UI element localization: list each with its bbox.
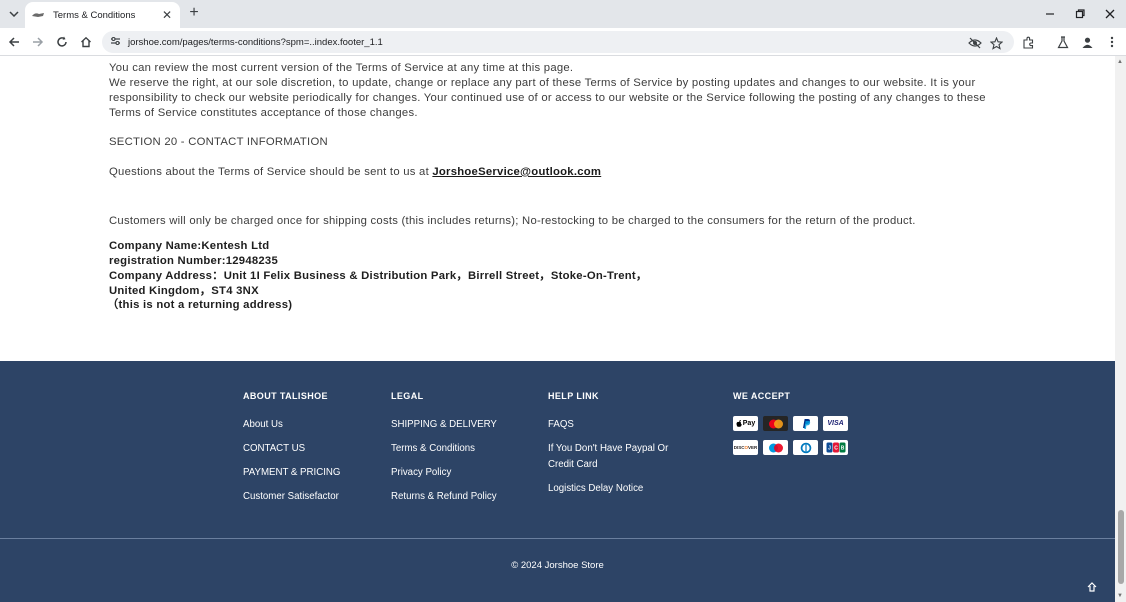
footer-link-no-paypal-cont[interactable]: Credit Card	[548, 457, 598, 473]
svg-text:B: B	[840, 446, 844, 452]
footer-link-terms[interactable]: Terms & Conditions	[391, 441, 475, 457]
forward-icon[interactable]	[29, 33, 47, 51]
site-info-icon[interactable]	[110, 36, 126, 49]
contact-text: Questions about the Terms of Service sho…	[109, 166, 433, 178]
apple-pay-icon: Pay	[733, 416, 758, 431]
tab-title: Terms & Conditions	[53, 9, 136, 21]
copyright-text: © 2024 Jorshoe Store	[511, 560, 604, 571]
menu-icon[interactable]	[1105, 35, 1119, 49]
terms-paragraph-line: responsibility to check our website peri…	[109, 92, 986, 104]
footer-link-customer-satisfaction[interactable]: Customer Satisefactor	[243, 489, 339, 505]
terms-paragraph-line: You can review the most current version …	[109, 62, 574, 74]
email-link[interactable]: JorshoeService@outlook.com	[432, 166, 601, 178]
footer-column-about: ABOUT TALISHOE	[243, 391, 328, 401]
paypal-icon	[793, 416, 818, 431]
close-window-icon[interactable]	[1101, 5, 1119, 23]
footer-link-shipping[interactable]: SHIPPING & DELIVERY	[391, 417, 497, 433]
chat-widget-icon[interactable]	[1085, 580, 1099, 594]
footer-link-contact-us[interactable]: CONTACT US	[243, 441, 305, 457]
tab-strip: Terms & Conditions ✕ +	[0, 0, 1126, 28]
footer-link-payment-pricing[interactable]: PAYMENT & PRICING	[243, 465, 340, 481]
footer-column-help: HELP LINK	[548, 391, 599, 401]
back-icon[interactable]	[5, 33, 23, 51]
footer-link-faqs[interactable]: FAQS	[548, 417, 574, 433]
svg-text:C: C	[834, 446, 838, 452]
contact-paragraph: Questions about the Terms of Service sho…	[109, 165, 601, 180]
svg-text:J: J	[828, 446, 831, 452]
footer-heading: ABOUT TALISHOE	[243, 391, 328, 401]
scroll-down-arrow[interactable]: ▼	[1117, 593, 1123, 599]
registration-number: registration Number:12948235	[109, 255, 278, 267]
shipping-note: Customers will only be charged once for …	[109, 215, 916, 227]
footer-heading: LEGAL	[391, 391, 424, 401]
footer-link-about-us[interactable]: About Us	[243, 417, 283, 433]
reload-icon[interactable]	[53, 33, 71, 51]
maestro-icon	[763, 440, 788, 455]
active-tab[interactable]: Terms & Conditions ✕	[25, 2, 180, 28]
profile-icon[interactable]	[1080, 35, 1094, 49]
scroll-thumb[interactable]	[1118, 510, 1124, 584]
visa-icon: VISA	[823, 416, 848, 431]
page-scrollbar[interactable]: ▲ ▼	[1115, 56, 1126, 602]
terms-paragraph-line: We reserve the right, at our sole discre…	[109, 77, 976, 89]
jcb-icon: JCB	[823, 440, 848, 455]
footer-link-no-paypal[interactable]: If You Don't Have Paypal Or	[548, 441, 668, 457]
diners-club-icon	[793, 440, 818, 455]
favicon-icon	[31, 10, 45, 20]
company-address-line: Company Address：Unit 1I Felix Business &…	[109, 270, 648, 282]
new-tab-icon[interactable]: +	[186, 4, 202, 22]
footer-link-logistics-delay[interactable]: Logistics Delay Notice	[548, 481, 643, 497]
company-name: Company Name:Kentesh Ltd	[109, 240, 270, 252]
close-icon[interactable]: ✕	[160, 8, 174, 22]
url-text: jorshoe.com/pages/terms-conditions?spm=.…	[128, 36, 383, 48]
address-note: （this is not a returning address)	[107, 299, 293, 311]
scroll-up-arrow[interactable]: ▲	[1117, 59, 1123, 65]
section-heading: SECTION 20 - CONTACT INFORMATION	[109, 136, 328, 148]
home-icon[interactable]	[77, 33, 95, 51]
footer-heading: HELP LINK	[548, 391, 599, 401]
extensions-icon[interactable]	[1021, 35, 1035, 49]
browser-toolbar: jorshoe.com/pages/terms-conditions?spm=.…	[0, 28, 1126, 56]
lab-icon[interactable]	[1056, 35, 1070, 49]
eye-off-icon[interactable]	[968, 36, 982, 50]
footer-column-legal: LEGAL	[391, 391, 424, 401]
site-footer: ABOUT TALISHOE About Us CONTACT US PAYME…	[0, 361, 1115, 602]
star-icon[interactable]	[989, 36, 1003, 50]
discover-icon: DISC O VER	[733, 440, 758, 455]
minimize-icon[interactable]	[1041, 5, 1059, 23]
terms-paragraph-line: Terms of Service constitutes acceptance …	[109, 107, 418, 119]
tab-list-icon[interactable]	[4, 4, 24, 24]
footer-link-returns[interactable]: Returns & Refund Policy	[391, 489, 497, 505]
restore-icon[interactable]	[1071, 5, 1089, 23]
footer-divider	[0, 538, 1115, 539]
mastercard-icon	[763, 416, 788, 431]
footer-heading: WE ACCEPT	[733, 391, 791, 401]
address-bar[interactable]: jorshoe.com/pages/terms-conditions?spm=.…	[102, 31, 1014, 53]
page-viewport: You can review the most current version …	[0, 56, 1115, 602]
company-address-line: United Kingdom，ST4 3NX	[109, 285, 259, 297]
footer-column-payments: WE ACCEPT	[733, 391, 790, 401]
footer-link-privacy[interactable]: Privacy Policy	[391, 465, 451, 481]
